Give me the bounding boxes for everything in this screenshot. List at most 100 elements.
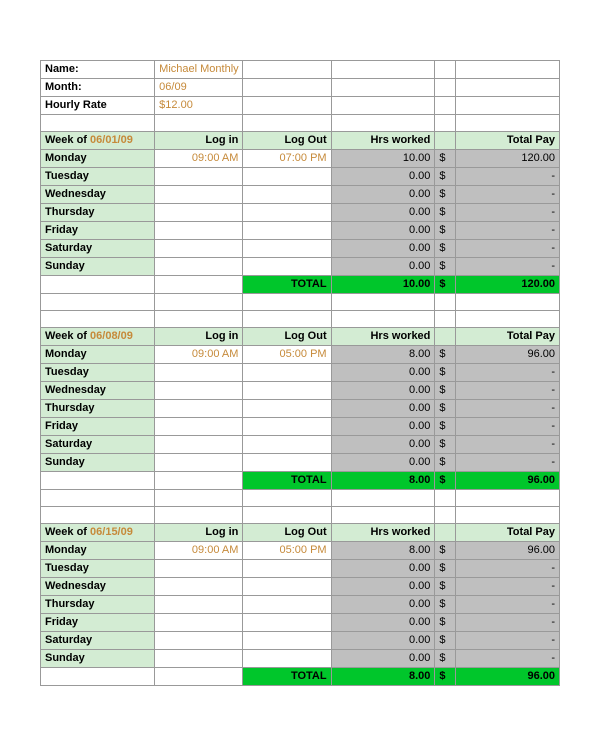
logout-cell[interactable]: [243, 382, 331, 400]
login-cell[interactable]: [155, 418, 243, 436]
logout-cell[interactable]: [243, 364, 331, 382]
hrs-cell: 0.00: [331, 400, 435, 418]
login-cell[interactable]: [155, 186, 243, 204]
logout-cell[interactable]: [243, 578, 331, 596]
login-cell[interactable]: [155, 614, 243, 632]
hrs-cell: 0.00: [331, 578, 435, 596]
cell: [435, 61, 456, 79]
rate-label: Hourly Rate: [41, 97, 155, 115]
login-cell[interactable]: [155, 400, 243, 418]
week-date: 06/08/09: [90, 330, 133, 342]
cell: [243, 507, 331, 524]
currency-cell: $: [435, 400, 456, 418]
cell: [243, 97, 331, 115]
login-cell[interactable]: [155, 364, 243, 382]
hrs-cell: 0.00: [331, 258, 435, 276]
month-value[interactable]: 06/09: [155, 79, 243, 97]
cell: [456, 311, 560, 328]
total-hrs: 8.00: [331, 668, 435, 686]
logout-cell[interactable]: [243, 418, 331, 436]
cell: [41, 311, 155, 328]
currency-cell: $: [435, 186, 456, 204]
hrs-cell: 0.00: [331, 418, 435, 436]
pay-cell: 96.00: [456, 542, 560, 560]
currency-cell: $: [435, 222, 456, 240]
currency-cell: $: [435, 382, 456, 400]
logout-cell[interactable]: [243, 614, 331, 632]
login-cell[interactable]: [155, 454, 243, 472]
login-cell[interactable]: [155, 436, 243, 454]
currency-cell: $: [435, 364, 456, 382]
pay-cell: -: [456, 418, 560, 436]
day-name: Thursday: [41, 400, 155, 418]
cell: [243, 61, 331, 79]
pay-cell: -: [456, 382, 560, 400]
currency-cell: $: [435, 240, 456, 258]
login-cell[interactable]: [155, 222, 243, 240]
logout-cell[interactable]: [243, 258, 331, 276]
login-cell[interactable]: 09:00 AM: [155, 542, 243, 560]
logout-cell[interactable]: [243, 454, 331, 472]
cell: [435, 97, 456, 115]
day-name: Tuesday: [41, 560, 155, 578]
currency-cell: $: [435, 454, 456, 472]
cell: [456, 61, 560, 79]
name-value[interactable]: Michael Monthly: [155, 61, 243, 79]
currency-cell: $: [435, 150, 456, 168]
logout-cell[interactable]: 05:00 PM: [243, 346, 331, 364]
currency-cell: $: [435, 614, 456, 632]
logout-cell[interactable]: [243, 400, 331, 418]
day-name: Wednesday: [41, 382, 155, 400]
logout-cell[interactable]: [243, 560, 331, 578]
logout-cell[interactable]: [243, 436, 331, 454]
login-cell[interactable]: [155, 560, 243, 578]
day-name: Sunday: [41, 650, 155, 668]
cell: [41, 294, 155, 311]
cell: [243, 294, 331, 311]
currency-cell: $: [435, 578, 456, 596]
login-cell[interactable]: [155, 258, 243, 276]
logout-cell[interactable]: [243, 650, 331, 668]
hrs-cell: 0.00: [331, 596, 435, 614]
login-cell[interactable]: [155, 578, 243, 596]
logout-cell[interactable]: 05:00 PM: [243, 542, 331, 560]
week-of-header: Week of 06/08/09: [41, 328, 155, 346]
pay-cell: -: [456, 578, 560, 596]
login-cell[interactable]: 09:00 AM: [155, 346, 243, 364]
login-cell[interactable]: [155, 632, 243, 650]
col-login: Log in: [155, 328, 243, 346]
login-cell[interactable]: 09:00 AM: [155, 150, 243, 168]
login-cell[interactable]: [155, 204, 243, 222]
logout-cell[interactable]: [243, 240, 331, 258]
login-cell[interactable]: [155, 382, 243, 400]
logout-cell[interactable]: [243, 186, 331, 204]
cell: [331, 97, 435, 115]
logout-cell[interactable]: 07:00 PM: [243, 150, 331, 168]
cell: [456, 294, 560, 311]
day-name: Monday: [41, 150, 155, 168]
login-cell[interactable]: [155, 168, 243, 186]
col-login: Log in: [155, 524, 243, 542]
login-cell[interactable]: [155, 596, 243, 614]
day-name: Friday: [41, 614, 155, 632]
hrs-cell: 0.00: [331, 186, 435, 204]
logout-cell[interactable]: [243, 168, 331, 186]
hrs-cell: 0.00: [331, 436, 435, 454]
login-cell[interactable]: [155, 240, 243, 258]
logout-cell[interactable]: [243, 632, 331, 650]
timesheet-table: Name:Michael MonthlyMonth:06/09Hourly Ra…: [40, 60, 560, 686]
cell: [331, 61, 435, 79]
cell: [435, 294, 456, 311]
hrs-cell: 0.00: [331, 382, 435, 400]
cell: [435, 311, 456, 328]
day-name: Wednesday: [41, 186, 155, 204]
logout-cell[interactable]: [243, 222, 331, 240]
logout-cell[interactable]: [243, 596, 331, 614]
currency-cell: $: [435, 346, 456, 364]
logout-cell[interactable]: [243, 204, 331, 222]
cell: [155, 115, 243, 132]
login-cell[interactable]: [155, 650, 243, 668]
hrs-cell: 8.00: [331, 346, 435, 364]
rate-value[interactable]: $12.00: [155, 97, 243, 115]
hrs-cell: 0.00: [331, 364, 435, 382]
